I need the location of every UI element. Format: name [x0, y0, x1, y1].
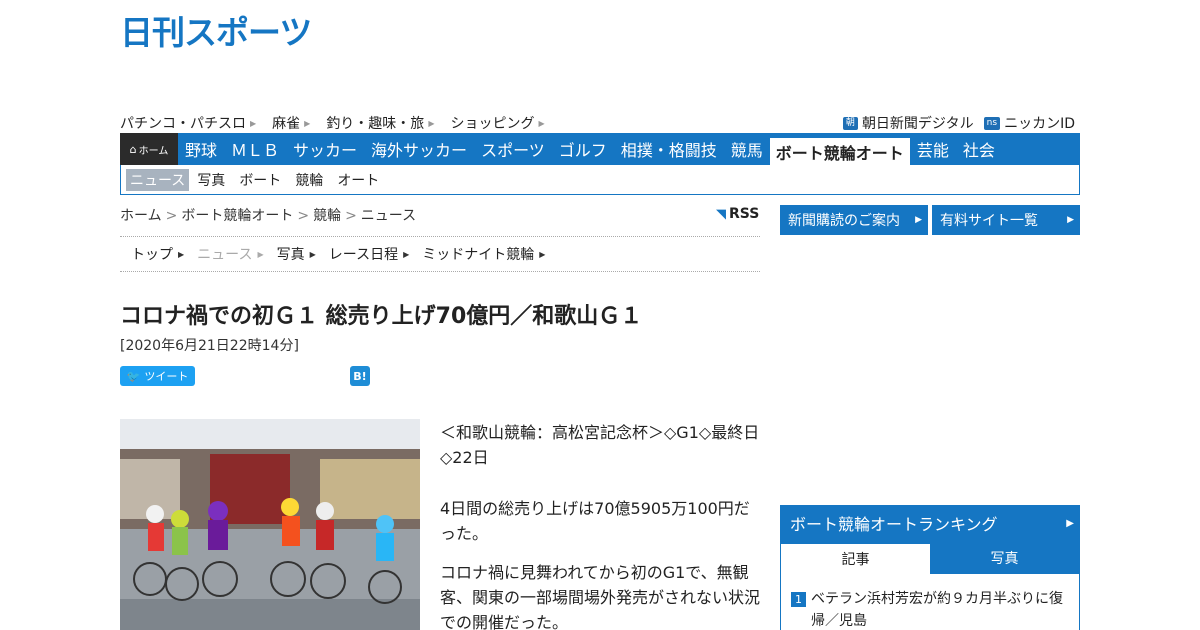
asahi-badge-icon: 朝	[842, 116, 858, 130]
subnav-item-news[interactable]: ニュース	[126, 168, 190, 191]
asahi-digital-link[interactable]: 朝朝日新聞デジタル	[842, 113, 974, 133]
tab-label: レース日程	[328, 247, 399, 263]
chevron-right-icon: ▶	[304, 118, 311, 128]
tab-top[interactable]: トップ ▶	[131, 244, 184, 264]
article-paragraph: ＜和歌山競輪：高松宮記念杯＞◇G1◇最終日◇22日	[440, 423, 760, 467]
ranking-tab-photos[interactable]: 写真	[930, 541, 1079, 574]
ranking-box: 記事 写真 1 ベテラン浜村芳宏が約９カ月半ぶりに復帰／児島	[780, 541, 1080, 630]
tab-label: ミッドナイト競輪	[422, 247, 535, 263]
rss-icon: ◥	[716, 206, 726, 222]
subnav-item-keirin[interactable]: 競輪	[295, 170, 323, 190]
triangle-right-icon: ▶	[309, 249, 316, 259]
ranking-tabs: 記事 写真	[781, 541, 1079, 574]
article-paragraph: 4日間の総売り上げは70億5905万100円だった。	[440, 499, 750, 543]
top-links: パチンコ・パチスロ ▶ 麻雀 ▶ 釣り・趣味・旅 ▶ ショッピング ▶	[120, 113, 561, 133]
tab-midnight-keirin[interactable]: ミッドナイト競輪 ▶	[422, 244, 545, 264]
top-right-links: 朝朝日新聞デジタル ns ニッカンID	[833, 113, 1075, 133]
chevron-right-icon: ▶	[538, 118, 545, 128]
breadcrumb-boat-keirin-auto[interactable]: ボート競輪オート	[181, 208, 293, 224]
triangle-right-icon: ▶	[1066, 517, 1074, 529]
paid-sites-label: 有料サイト一覧	[940, 213, 1038, 229]
ns-badge-icon: ns	[983, 116, 1001, 130]
nav-item-mlb[interactable]: ＭＬＢ	[224, 133, 286, 165]
home-icon: ⌂	[129, 142, 137, 156]
top-link-label: 釣り・趣味・旅	[326, 116, 425, 132]
ranking-header[interactable]: ボート競輪オートランキング ▶	[780, 505, 1080, 541]
main-nav: ⌂ ホーム 野球 ＭＬＢ サッカー 海外サッカー スポーツ ゴルフ 相撲・格闘技 …	[120, 133, 1080, 165]
tab-label: ニュース	[197, 247, 253, 263]
sub-nav: ニュース 写真 ボート 競輪 オート	[120, 165, 1080, 195]
ranking-item-text: ベテラン浜村芳宏が約９カ月半ぶりに復帰／児島	[811, 591, 1063, 629]
top-link-mahjong[interactable]: 麻雀 ▶	[272, 113, 310, 133]
subnav-item-photo[interactable]: 写真	[197, 170, 225, 190]
rss-label: RSS	[729, 206, 760, 222]
triangle-right-icon: ▶	[1067, 215, 1074, 225]
hatena-bookmark-button[interactable]: B!	[350, 366, 370, 386]
article-date: [2020年6月21日22時14分]	[120, 338, 299, 354]
triangle-right-icon: ▶	[178, 249, 185, 259]
article-paragraph: コロナ禍に見舞われてから初のG1で、無観客、関東の一部場間場外発売がされない状況…	[440, 563, 761, 630]
chevron-right-icon: ▶	[250, 118, 257, 128]
logo-graphic: 日刊スポーツ	[120, 13, 312, 48]
tweet-label: ツイート	[144, 370, 189, 383]
section-tabs: トップ ▶ ニュース ▶ 写真 ▶ レース日程 ▶ ミッドナイト競輪 ▶	[120, 236, 760, 272]
nav-item-sumo[interactable]: 相撲・格闘技	[614, 133, 724, 165]
nikkan-id-label: ニッカンID	[1004, 116, 1075, 132]
tab-news[interactable]: ニュース ▶	[197, 244, 263, 264]
nav-item-golf[interactable]: ゴルフ	[552, 133, 614, 165]
tab-label: トップ	[131, 247, 173, 263]
nav-home-label: ホーム	[138, 145, 169, 157]
rank-number: 1	[791, 592, 806, 607]
triangle-right-icon: ▶	[403, 249, 410, 259]
triangle-right-icon: ▶	[539, 249, 546, 259]
subnav-item-boat[interactable]: ボート	[239, 170, 281, 190]
subscription-guide-label: 新聞購読のご案内	[788, 213, 900, 229]
breadcrumb-separator: >	[165, 208, 178, 224]
logo-text: 日刊スポーツ	[120, 13, 311, 48]
nav-item-baseball[interactable]: 野球	[178, 133, 224, 165]
twitter-bird-icon: 🐦	[126, 369, 141, 383]
subscription-guide-button[interactable]: 新聞購読のご案内 ▶	[780, 205, 928, 235]
tab-race-schedule[interactable]: レース日程 ▶	[329, 244, 409, 264]
tweet-button[interactable]: 🐦 ツイート	[120, 366, 195, 386]
tab-label: 写真	[276, 247, 305, 263]
nav-item-society[interactable]: 社会	[956, 133, 1002, 165]
breadcrumb: ホーム > ボート競輪オート > 競輪 > ニュース	[120, 205, 416, 225]
nikkan-id-link[interactable]: ns ニッカンID	[983, 113, 1075, 133]
asahi-digital-label: 朝日新聞デジタル	[861, 116, 974, 132]
nav-item-keiba[interactable]: 競馬	[724, 133, 770, 165]
nav-item-soccer[interactable]: サッカー	[286, 133, 364, 165]
nav-item-overseas-soccer[interactable]: 海外サッカー	[364, 133, 474, 165]
top-link-label: 麻雀	[272, 116, 301, 132]
nikkan-sports-logo[interactable]: 日刊スポーツ	[120, 12, 320, 48]
ranking-title: ボート競輪オートランキング	[790, 515, 998, 534]
top-link-pachinko[interactable]: パチンコ・パチスロ ▶	[120, 113, 256, 133]
top-link-label: ショッピング	[450, 116, 535, 132]
chevron-right-icon: ▶	[428, 118, 435, 128]
article-body: ＜和歌山競輪：高松宮記念杯＞◇G1◇最終日◇22日 4日間の総売り上げは70億5…	[440, 420, 760, 630]
nav-item-boat-keirin-auto[interactable]: ボート競輪オート	[769, 138, 910, 165]
breadcrumb-separator: >	[297, 208, 310, 224]
triangle-right-icon: ▶	[915, 215, 922, 225]
tab-photo[interactable]: 写真 ▶	[277, 244, 316, 264]
breadcrumb-separator: >	[345, 208, 357, 224]
rss-link[interactable]: ◥ RSS	[716, 206, 759, 222]
top-link-shopping[interactable]: ショッピング ▶	[450, 113, 544, 133]
subnav-item-auto[interactable]: オート	[337, 170, 379, 190]
cycling-race-photo	[120, 419, 420, 630]
nav-item-entertainment[interactable]: 芸能	[910, 133, 956, 165]
ranking-tab-articles[interactable]: 記事	[781, 541, 930, 574]
top-link-fishing[interactable]: 釣り・趣味・旅 ▶	[326, 113, 434, 133]
nav-home[interactable]: ⌂ ホーム	[120, 133, 178, 165]
breadcrumb-keirin[interactable]: 競輪	[313, 208, 341, 224]
top-link-label: パチンコ・パチスロ	[120, 116, 246, 132]
breadcrumb-news: ニュース	[360, 208, 417, 224]
article-title: コロナ禍での初Ｇ１ 総売り上げ70億円／和歌山Ｇ１	[120, 304, 643, 329]
triangle-right-icon: ▶	[257, 249, 264, 259]
breadcrumb-home[interactable]: ホーム	[120, 208, 162, 224]
paid-sites-button[interactable]: 有料サイト一覧 ▶	[932, 205, 1080, 235]
nav-item-sports[interactable]: スポーツ	[474, 133, 552, 165]
ranking-item[interactable]: 1 ベテラン浜村芳宏が約９カ月半ぶりに復帰／児島	[781, 574, 1079, 630]
article-photo[interactable]	[120, 419, 420, 630]
